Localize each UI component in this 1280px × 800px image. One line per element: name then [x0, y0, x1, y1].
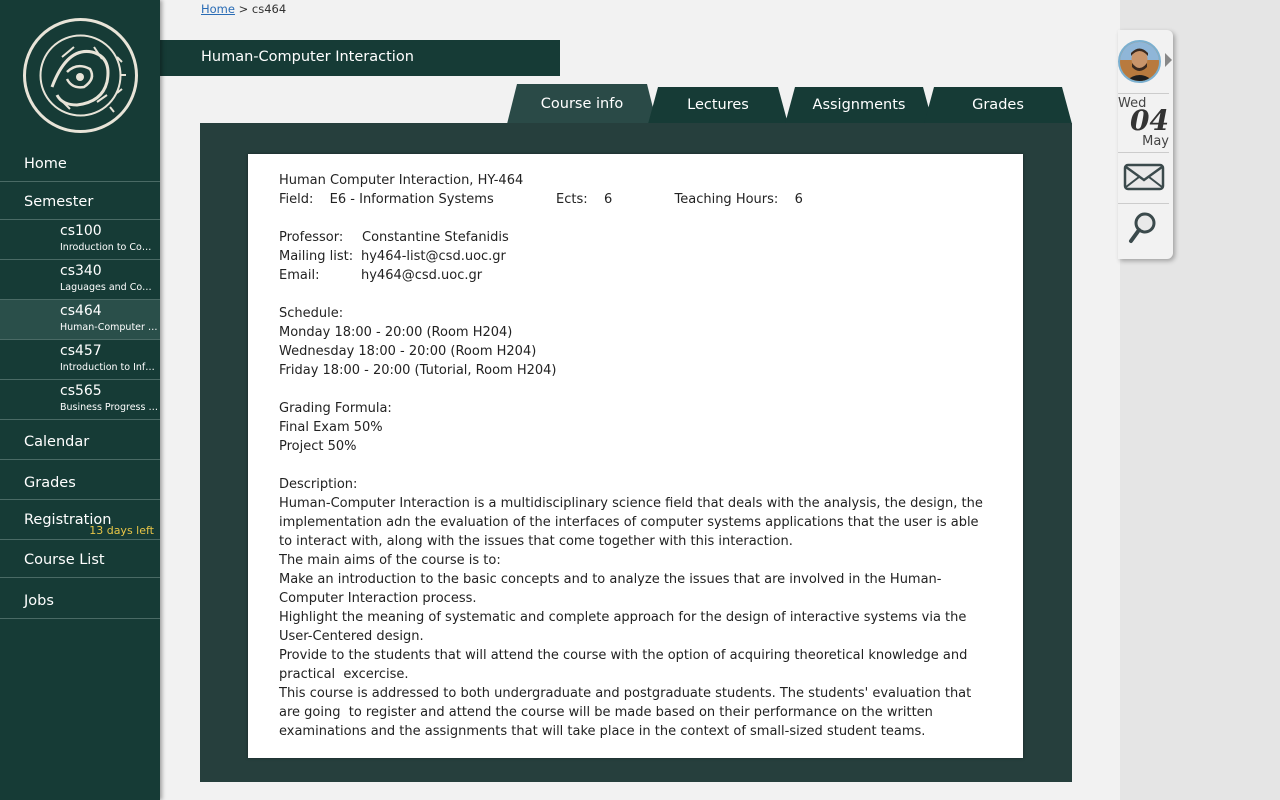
- tab-course-info[interactable]: Course info: [507, 84, 657, 124]
- sidebar-course-cs340[interactable]: cs340 Laguages and Compilers: [0, 260, 160, 300]
- sidebar: Home Semester cs100 Inroduction to Compu…: [0, 0, 160, 800]
- breadcrumb-current: cs464: [251, 2, 287, 16]
- nav-grades[interactable]: Grades: [0, 460, 160, 500]
- course-code: cs464: [60, 303, 102, 319]
- sidebar-course-cs457[interactable]: cs457 Introduction to Information System…: [0, 340, 160, 380]
- grading-item: Final Exam 50%: [279, 420, 383, 435]
- tab-lectures[interactable]: Lectures: [648, 87, 788, 124]
- mailing-list-label: Mailing list:: [279, 249, 354, 264]
- registration-days-left-badge: 13 days left: [89, 524, 154, 537]
- user-widget: Wed 04 May: [1118, 30, 1173, 259]
- teaching-hours-label: Teaching Hours:: [674, 192, 779, 207]
- nav-course-list-label: Course List: [24, 552, 105, 568]
- sidebar-course-cs565[interactable]: cs565 Business Progress Management: [0, 380, 160, 420]
- grading-label: Grading Formula:: [279, 401, 392, 416]
- email-label: Email:: [279, 268, 320, 283]
- description-paragraph: Make an introduction to the basic concep…: [279, 572, 942, 606]
- university-logo[interactable]: [22, 17, 139, 134]
- course-title: Human-Computer Interaction: [60, 322, 158, 333]
- nav-calendar[interactable]: Calendar: [0, 420, 160, 460]
- ects-label: Ects:: [556, 192, 588, 207]
- schedule-item: Wednesday 18:00 - 20:00 (Room H204): [279, 344, 537, 359]
- field-label: Field:: [279, 192, 314, 207]
- course-code: cs340: [60, 263, 102, 279]
- course-code: cs457: [60, 343, 102, 359]
- breadcrumb-separator: >: [238, 2, 249, 16]
- breadcrumb: Home > cs464: [201, 2, 286, 16]
- description-paragraph: Highlight the meaning of systematic and …: [279, 610, 971, 644]
- description-paragraph: This course is addressed to both undergr…: [279, 686, 976, 739]
- professor-label: Professor:: [279, 230, 344, 245]
- course-title: Laguages and Compilers: [60, 282, 158, 293]
- content-frame: Human Computer Interaction, HY-464 Field…: [200, 123, 1072, 782]
- avatar-menu-arrow-icon[interactable]: [1165, 53, 1172, 67]
- field-value: E6 - Information Systems: [329, 192, 494, 207]
- search-icon[interactable]: [1128, 211, 1158, 245]
- mailing-list-row: Mailing list: hy464-list@csd.uoc.gr: [279, 247, 992, 266]
- breadcrumb-home-link[interactable]: Home: [201, 2, 235, 16]
- email-row: Email: hy464@csd.uoc.gr: [279, 266, 992, 285]
- course-title: Business Progress Management: [60, 402, 158, 413]
- nav-calendar-label: Calendar: [24, 434, 90, 450]
- mailing-list-value[interactable]: hy464-list@csd.uoc.gr: [361, 247, 506, 266]
- nav-semester[interactable]: Semester: [0, 182, 160, 220]
- user-avatar[interactable]: [1118, 40, 1161, 83]
- sidebar-course-cs100[interactable]: cs100 Inroduction to Computer Science: [0, 220, 160, 260]
- nav-home[interactable]: Home: [0, 147, 160, 182]
- widget-date: 04: [1130, 104, 1169, 137]
- course-title: Introduction to Information Systems: [60, 362, 158, 373]
- course-meta-row: Field: E6 - Information Systems Ects: 6 …: [279, 190, 992, 209]
- schedule-item: Monday 18:00 - 20:00 (Room H204): [279, 325, 513, 340]
- nav-home-label: Home: [24, 156, 67, 172]
- teaching-hours-value: 6: [794, 192, 803, 207]
- nav-jobs-label: Jobs: [24, 593, 54, 609]
- professor-value: Constantine Stefanidis: [362, 230, 509, 245]
- sidebar-course-cs464[interactable]: cs464 Human-Computer Interaction: [0, 300, 160, 340]
- main-content: Home > cs464 Human-Computer Interaction …: [160, 0, 1120, 800]
- schedule-label: Schedule:: [279, 306, 344, 321]
- schedule-item: Friday 18:00 - 20:00 (Tutorial, Room H20…: [279, 363, 557, 378]
- course-info-panel: Human Computer Interaction, HY-464 Field…: [248, 154, 1023, 758]
- page-title: Human-Computer Interaction: [160, 40, 560, 76]
- course-code: cs100: [60, 223, 102, 239]
- professor-row: Professor: Constantine Stefanidis: [279, 228, 992, 247]
- description-paragraph: Provide to the students that will attend…: [279, 648, 972, 682]
- description-paragraph: The main aims of the course is to:: [279, 553, 501, 568]
- nav-grades-label: Grades: [24, 475, 76, 491]
- nav-course-list[interactable]: Course List: [0, 540, 160, 578]
- email-value[interactable]: hy464@csd.uoc.gr: [361, 266, 482, 285]
- course-heading: Human Computer Interaction, HY-464: [279, 173, 524, 188]
- nav-semester-label: Semester: [24, 194, 94, 210]
- widget-month: May: [1142, 134, 1169, 149]
- nav-registration[interactable]: Registration 13 days left: [0, 500, 160, 540]
- description-paragraph: Human-Computer Interaction is a multidis…: [279, 496, 987, 549]
- tab-assignments[interactable]: Assignments: [785, 87, 933, 124]
- grading-item: Project 50%: [279, 439, 357, 454]
- nav-jobs[interactable]: Jobs: [0, 578, 160, 619]
- ects-value: 6: [603, 192, 613, 207]
- course-title: Inroduction to Computer Science: [60, 242, 158, 253]
- description-label: Description:: [279, 477, 358, 492]
- mail-icon[interactable]: [1123, 160, 1165, 194]
- course-code: cs565: [60, 383, 102, 399]
- tab-grades[interactable]: Grades: [924, 87, 1072, 124]
